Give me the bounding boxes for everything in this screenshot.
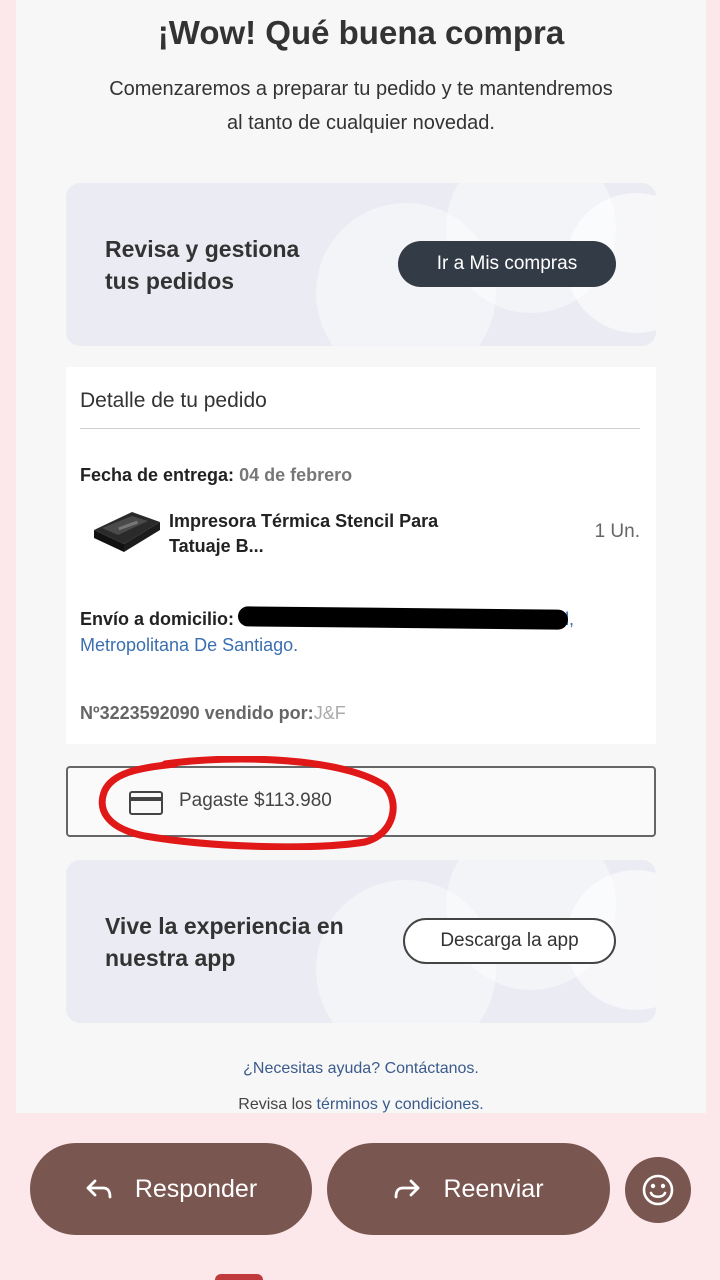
product-quantity: 1 Un. bbox=[594, 521, 640, 542]
orders-promo-banner: Revisa y gestiona tus pedidos Ir a Mis c… bbox=[66, 183, 656, 346]
payment-summary: Pagaste $113.980 bbox=[66, 766, 656, 837]
delivery-date-label: Fecha de entrega: bbox=[80, 465, 235, 485]
forward-button[interactable]: Reenviar bbox=[327, 1143, 610, 1235]
terms-prefix: Revisa los bbox=[238, 1096, 313, 1113]
app-promo-text: Vive la experiencia en nuestra app bbox=[105, 913, 344, 971]
emoji-reaction-button[interactable] bbox=[625, 1157, 691, 1223]
seller-name: J&F bbox=[313, 703, 346, 723]
order-detail-card: Detalle de tu pedido Fecha de entrega: 0… bbox=[66, 367, 656, 744]
credit-card-icon bbox=[129, 791, 163, 815]
delivery-date-line: Fecha de entrega: 04 de febrero bbox=[80, 465, 352, 486]
email-headline: ¡Wow! Qué buena compra bbox=[157, 14, 565, 51]
product-name[interactable]: Impresora Térmica Stencil Para Tatuaje B… bbox=[169, 509, 489, 559]
forward-arrow-icon bbox=[395, 1179, 420, 1199]
email-subtitle: Comenzaremos a preparar tu pedido y te m… bbox=[109, 78, 613, 134]
terms-link[interactable]: términos y condiciones. bbox=[317, 1096, 484, 1113]
reply-arrow-icon bbox=[86, 1179, 112, 1199]
help-question[interactable]: ¿Necesitas ayuda? bbox=[243, 1060, 380, 1077]
my-purchases-button[interactable]: Ir a Mis compras bbox=[398, 241, 616, 287]
forward-label: Reenviar bbox=[443, 1174, 544, 1203]
reply-label: Responder bbox=[134, 1174, 258, 1203]
order-number-line: Nº3223592090 vendido por:J&F bbox=[80, 703, 346, 724]
email-body: ¡Wow! Qué buena compra Comenzaremos a pr… bbox=[16, 0, 706, 1113]
help-line: ¿Necesitas ayuda? Contáctanos. bbox=[16, 1060, 706, 1078]
divider bbox=[80, 428, 640, 429]
bottom-indicator bbox=[215, 1274, 263, 1280]
redaction-mark bbox=[237, 606, 569, 630]
reply-button[interactable]: Responder bbox=[30, 1143, 312, 1235]
order-detail-title: Detalle de tu pedido bbox=[80, 389, 267, 412]
order-number: Nº3223592090 vendido por: bbox=[80, 703, 314, 723]
contact-link[interactable]: Contáctanos. bbox=[385, 1060, 479, 1077]
app-promo-banner: Vive la experiencia en nuestra app Desca… bbox=[66, 860, 656, 1023]
download-app-button[interactable]: Descarga la app bbox=[403, 918, 616, 964]
payment-amount: Pagaste $113.980 bbox=[179, 790, 332, 811]
shipping-address-region: Metropolitana De Santiago. bbox=[80, 635, 299, 655]
orders-promo-text: Revisa y gestiona tus pedidos bbox=[105, 236, 300, 294]
terms-line: Revisa los términos y condiciones. bbox=[16, 1096, 706, 1113]
delivery-date-value: 04 de febrero bbox=[239, 465, 353, 485]
shipping-label: Envío a domicilio: bbox=[80, 609, 235, 629]
product-image bbox=[94, 512, 160, 552]
smiley-icon bbox=[642, 1174, 674, 1206]
